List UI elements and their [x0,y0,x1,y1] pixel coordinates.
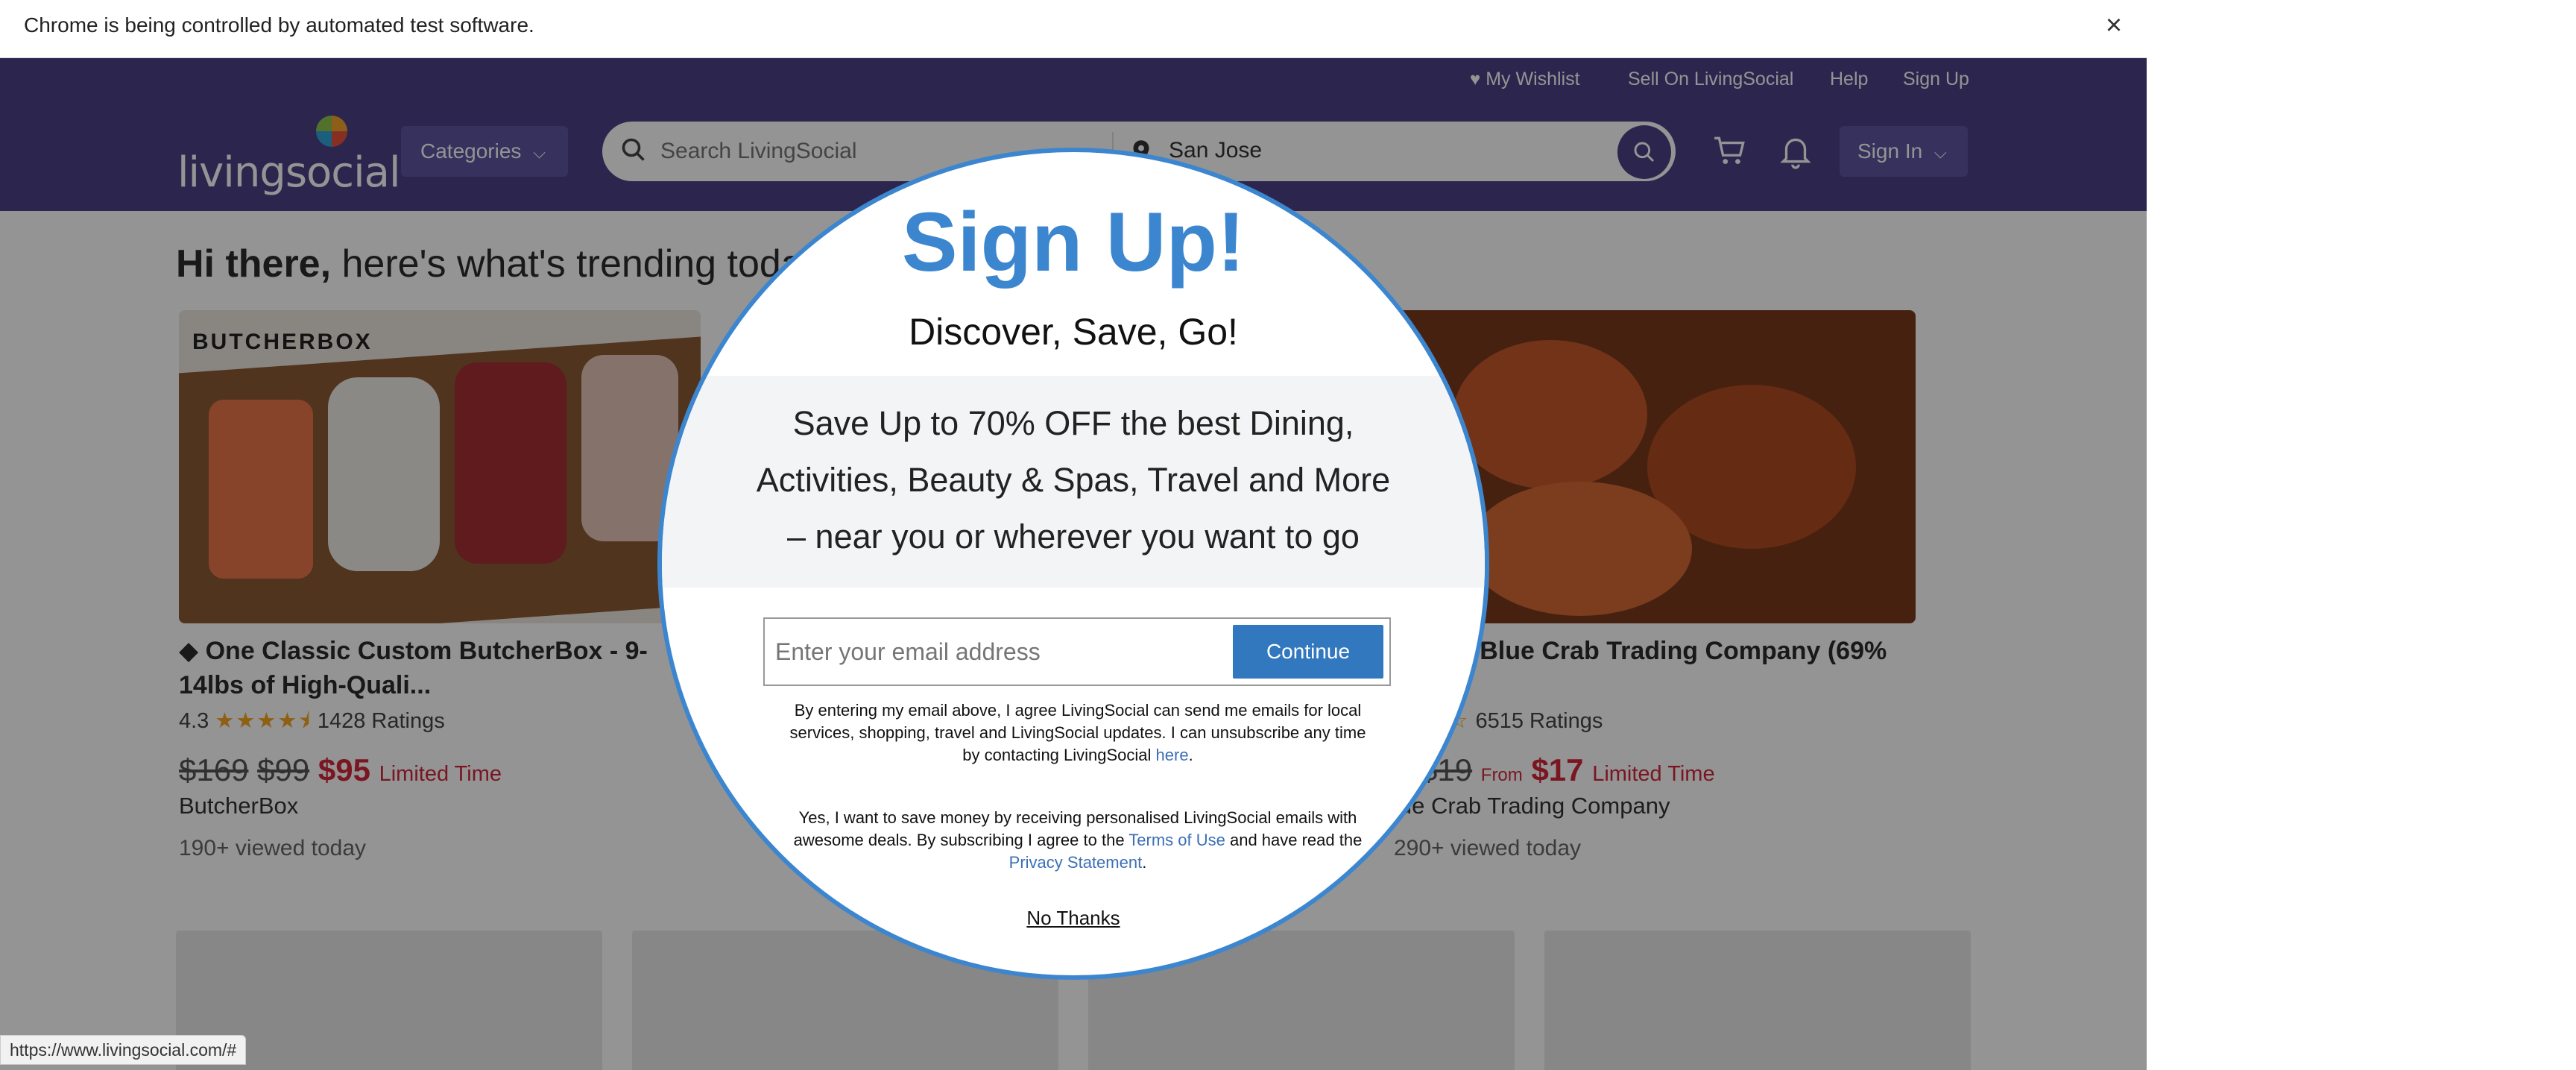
here-link[interactable]: here [1156,746,1189,764]
email-field[interactable] [775,619,1222,685]
close-icon[interactable]: × [2099,10,2129,40]
infobar-message: Chrome is being controlled by automated … [24,13,534,37]
window-background [2147,0,2576,1070]
signup-modal: Sign Up! Discover, Save, Go! Save Up to … [657,148,1489,980]
status-bar-url: https://www.livingsocial.com/# [0,1035,247,1065]
modal-subtitle: Discover, Save, Go! [909,311,1238,353]
subscribe-consent-text: Yes, I want to save money by receiving p… [793,808,1363,872]
modal-title: Sign Up! [901,195,1246,289]
automation-infobar: Chrome is being controlled by automated … [0,0,2147,58]
terms-of-use-link[interactable]: Terms of Use [1128,831,1225,849]
privacy-statement-link[interactable]: Privacy Statement [1009,853,1143,872]
livingsocial-page: ♥ My Wishlist Sell On LivingSocial Help … [0,58,2147,1070]
modal-description: Save Up to 70% OFF the best Dining, Acti… [756,404,1391,556]
modal-description-band: Save Up to 70% OFF the best Dining, Acti… [662,376,1485,588]
consent-text: By entering my email above, I agree Livi… [789,701,1366,764]
email-form: Continue [763,617,1391,686]
no-thanks-link[interactable]: No Thanks [662,907,1485,930]
continue-button[interactable]: Continue [1233,625,1383,679]
